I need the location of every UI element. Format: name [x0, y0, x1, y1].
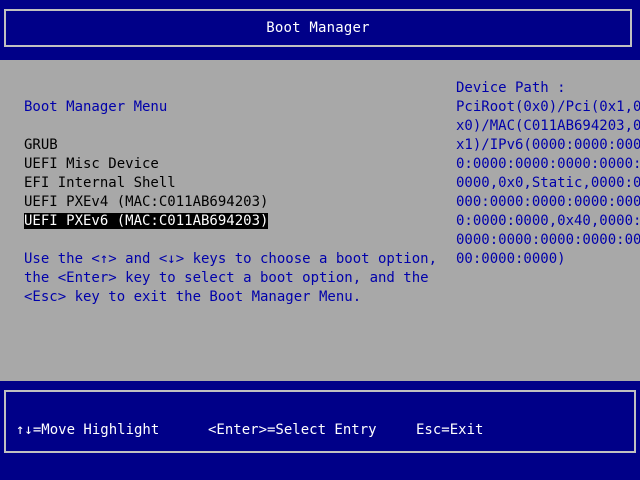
- device-path-line: 0000,0x0,Static,0000:0: [456, 175, 640, 191]
- device-path-line: 0:0000:0000:0000:0000:: [456, 156, 640, 172]
- boot-option-label: UEFI PXEv4 (MAC:C011AB694203): [24, 194, 269, 210]
- device-path-line: 00:0000:0000): [456, 251, 566, 267]
- device-path-line: PciRoot(0x0)/Pci(0x1,0: [456, 99, 640, 115]
- device-path-line: 0000:0000:0000:0000:00: [456, 232, 640, 248]
- hint-move-highlight: ↑↓=Move Highlight: [16, 422, 160, 438]
- help-text: Use the <↑> and <↓> keys to choose a boo…: [24, 250, 444, 307]
- boot-option-uefi-pxev4[interactable]: UEFI PXEv4 (MAC:C011AB694203): [24, 193, 268, 212]
- device-path-line: x0)/MAC(C011AB694203,0: [456, 118, 640, 134]
- page-title: Boot Manager: [266, 20, 370, 36]
- boot-option-uefi-pxev6[interactable]: UEFI PXEv6 (MAC:C011AB694203): [24, 212, 269, 231]
- boot-option-grub[interactable]: GRUB: [24, 136, 268, 155]
- boot-option-label: EFI Internal Shell: [24, 175, 176, 191]
- header-box: Boot Manager: [4, 9, 632, 47]
- footer-hint-bar: ↑↓=Move Highlight <Enter>=Select Entry E…: [4, 390, 636, 453]
- boot-option-label: UEFI PXEv6 (MAC:C011AB694203): [24, 213, 269, 229]
- device-path-line: 000:0000:0000:0000:000: [456, 194, 640, 210]
- boot-option-label: GRUB: [24, 137, 58, 153]
- device-path-line: x1)/IPv6(0000:0000:000: [456, 137, 640, 153]
- device-path-panel: Device Path : PciRoot(0x0)/Pci(0x1,0 x0)…: [456, 79, 640, 269]
- help-line: the <Enter> key to select a boot option,…: [24, 270, 429, 286]
- device-path-label: Device Path :: [456, 80, 566, 96]
- boot-option-label: UEFI Misc Device: [24, 156, 159, 172]
- footer-band: ↑↓=Move Highlight <Enter>=Select Entry E…: [0, 381, 640, 480]
- hint-exit: Esc=Exit: [416, 422, 484, 438]
- boot-option-efi-internal-shell[interactable]: EFI Internal Shell: [24, 174, 268, 193]
- main-panel: Boot Manager Menu GRUB UEFI Misc Device …: [0, 60, 640, 381]
- help-line: <Esc> key to exit the Boot Manager Menu.: [24, 289, 362, 305]
- device-path-line: 0:0000:0000,0x40,0000:: [456, 213, 640, 229]
- menu-title: Boot Manager Menu: [24, 99, 168, 115]
- help-line: Use the <↑> and <↓> keys to choose a boo…: [24, 251, 438, 267]
- boot-option-uefi-misc-device[interactable]: UEFI Misc Device: [24, 155, 268, 174]
- hint-select-entry: <Enter>=Select Entry: [208, 422, 377, 438]
- header-band: Boot Manager: [0, 0, 640, 60]
- boot-option-list: GRUB UEFI Misc Device EFI Internal Shell…: [24, 136, 269, 231]
